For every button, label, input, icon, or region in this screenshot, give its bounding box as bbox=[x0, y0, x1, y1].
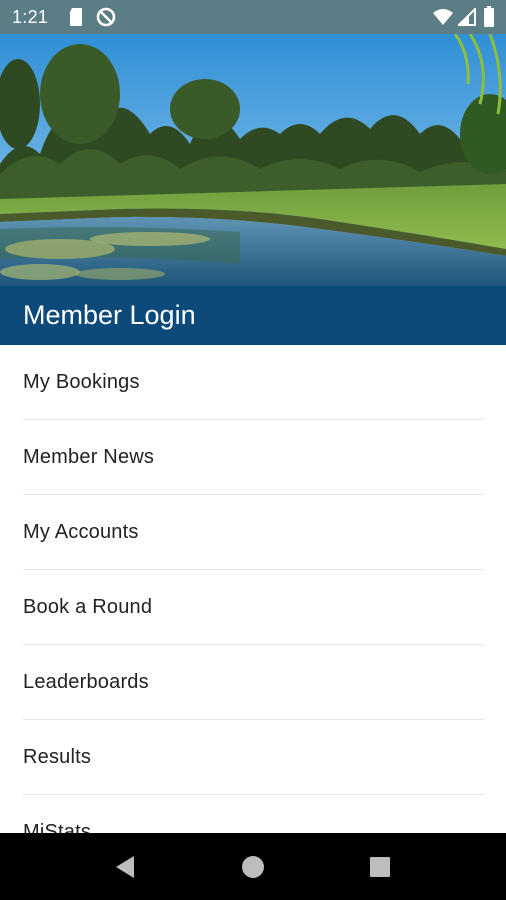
menu-item-my-bookings[interactable]: My Bookings bbox=[23, 345, 484, 420]
menu-item-book-a-round[interactable]: Book a Round bbox=[23, 570, 484, 645]
no-sync-icon bbox=[96, 7, 116, 27]
menu-item-label: Leaderboards bbox=[23, 671, 149, 693]
status-bar: 1:21 bbox=[0, 0, 506, 34]
menu-item-my-accounts[interactable]: My Accounts bbox=[23, 495, 484, 570]
back-icon[interactable] bbox=[112, 853, 140, 881]
menu-item-label: Results bbox=[23, 746, 92, 768]
menu-item-label: My Bookings bbox=[23, 371, 140, 393]
menu-item-label: Book a Round bbox=[23, 596, 153, 618]
menu-item-label: My Accounts bbox=[23, 521, 139, 543]
golf-course-image bbox=[0, 34, 506, 286]
menu-item-results[interactable]: Results bbox=[23, 720, 484, 795]
menu-item-leaderboards[interactable]: Leaderboards bbox=[23, 645, 484, 720]
home-icon[interactable] bbox=[239, 853, 267, 881]
page-title: Member Login bbox=[23, 300, 196, 330]
battery-icon bbox=[484, 6, 494, 27]
page-header: Member Login bbox=[0, 286, 506, 345]
sd-card-icon bbox=[70, 8, 82, 26]
menu-item-member-news[interactable]: Member News bbox=[23, 420, 484, 495]
navigation-bar bbox=[0, 833, 506, 900]
menu-item-mistats[interactable]: MiStats bbox=[23, 795, 484, 833]
recents-icon[interactable] bbox=[366, 853, 394, 881]
hero-image bbox=[0, 34, 506, 286]
menu-list: My Bookings Member News My Accounts Book… bbox=[0, 345, 506, 833]
signal-icon bbox=[458, 8, 476, 26]
menu-item-label: MiStats bbox=[23, 821, 92, 833]
menu-item-label: Member News bbox=[23, 446, 155, 468]
wifi-icon bbox=[433, 9, 453, 25]
status-time: 1:21 bbox=[12, 7, 49, 27]
